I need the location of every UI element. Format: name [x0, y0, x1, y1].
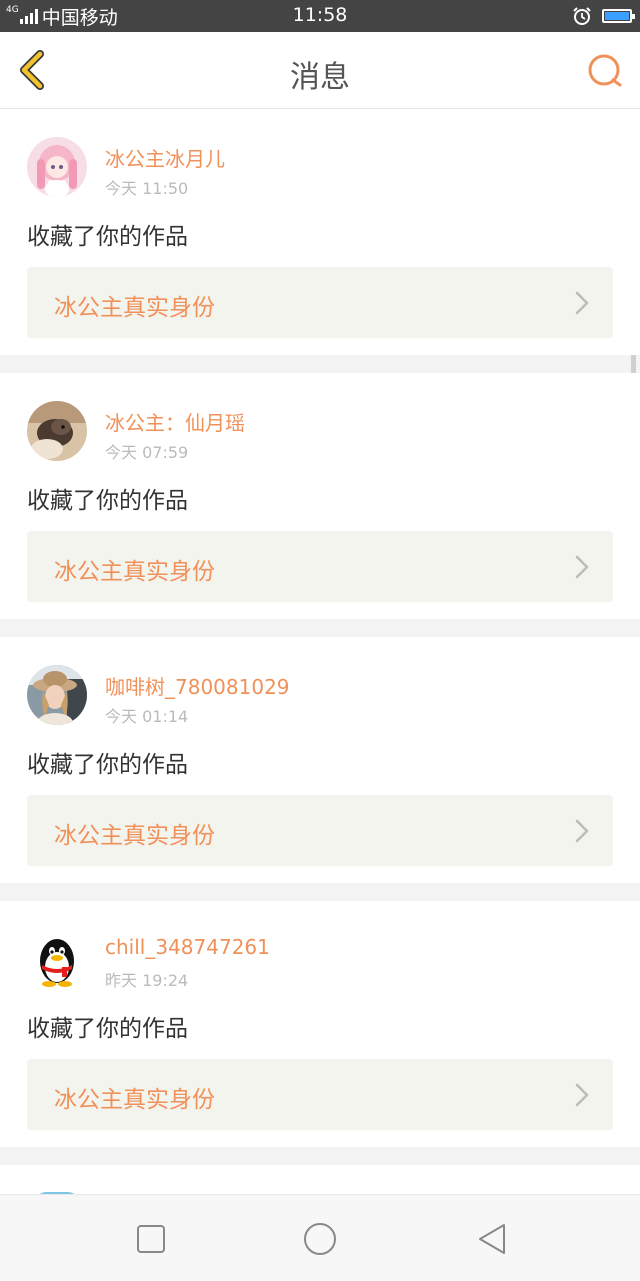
search-icon	[588, 54, 622, 87]
battery-icon	[602, 9, 635, 23]
work-link[interactable]: 冰公主真实身份	[27, 267, 613, 338]
username[interactable]: 冰公主：仙月瑶	[105, 407, 245, 436]
qq-penguin-avatar[interactable]	[27, 929, 87, 989]
username[interactable]: 咖啡树_780081029	[105, 671, 290, 700]
chevron-right-icon	[575, 555, 589, 579]
message-time: 今天 07:59	[105, 443, 189, 462]
username[interactable]: 冰公主冰月儿	[105, 143, 225, 172]
chevron-right-icon	[575, 819, 589, 843]
circle-home-icon[interactable]	[302, 1221, 338, 1257]
message-time: 昨天 19:24	[105, 971, 189, 990]
chevron-right-icon	[575, 291, 589, 315]
message-card[interactable]: chill_348747261 昨天 19:24 收藏了你的作品 冰公主真实身份	[0, 901, 640, 1147]
work-link[interactable]: 冰公主真实身份	[27, 795, 613, 866]
pet-photo-avatar[interactable]	[27, 401, 87, 461]
triangle-back-icon[interactable]	[474, 1221, 510, 1257]
woman-with-hat-avatar[interactable]	[27, 665, 87, 725]
action-text: 收藏了你的作品	[27, 488, 188, 514]
message-list: 冰公主冰月儿 今天 11:50 收藏了你的作品 冰公主真实身份 冰公主：仙月瑶 …	[0, 109, 640, 1223]
alarm-clock-icon	[573, 7, 591, 25]
work-title: 冰公主真实身份	[54, 559, 215, 585]
system-nav-bar	[0, 1194, 640, 1281]
username[interactable]: chill_348747261	[105, 935, 270, 959]
message-card[interactable]: 冰公主冰月儿 今天 11:50 收藏了你的作品 冰公主真实身份	[0, 109, 640, 355]
page-title: 消息	[290, 60, 350, 95]
anime-girl-avatar[interactable]	[27, 137, 87, 197]
work-title: 冰公主真实身份	[54, 1087, 215, 1113]
work-link[interactable]: 冰公主真实身份	[27, 531, 613, 602]
app-header: 消息	[0, 32, 640, 109]
status-time: 11:58	[292, 4, 348, 26]
message-card[interactable]: 冰公主：仙月瑶 今天 07:59 收藏了你的作品 冰公主真实身份	[0, 373, 640, 619]
chevron-right-icon	[575, 1083, 589, 1107]
action-text: 收藏了你的作品	[27, 224, 188, 250]
work-title: 冰公主真实身份	[54, 295, 215, 321]
message-time: 今天 01:14	[105, 707, 189, 726]
status-right	[572, 6, 635, 26]
square-recent-apps-icon[interactable]	[133, 1221, 169, 1257]
search-button[interactable]	[586, 52, 626, 92]
action-text: 收藏了你的作品	[27, 1016, 188, 1042]
work-link[interactable]: 冰公主真实身份	[27, 1059, 613, 1130]
message-time: 今天 11:50	[105, 179, 189, 198]
action-text: 收藏了你的作品	[27, 752, 188, 778]
status-bar: 4G 中国移动 11:58	[0, 0, 640, 32]
message-card[interactable]: 咖啡树_780081029 今天 01:14 收藏了你的作品 冰公主真实身份	[0, 637, 640, 883]
work-title: 冰公主真实身份	[54, 823, 215, 849]
